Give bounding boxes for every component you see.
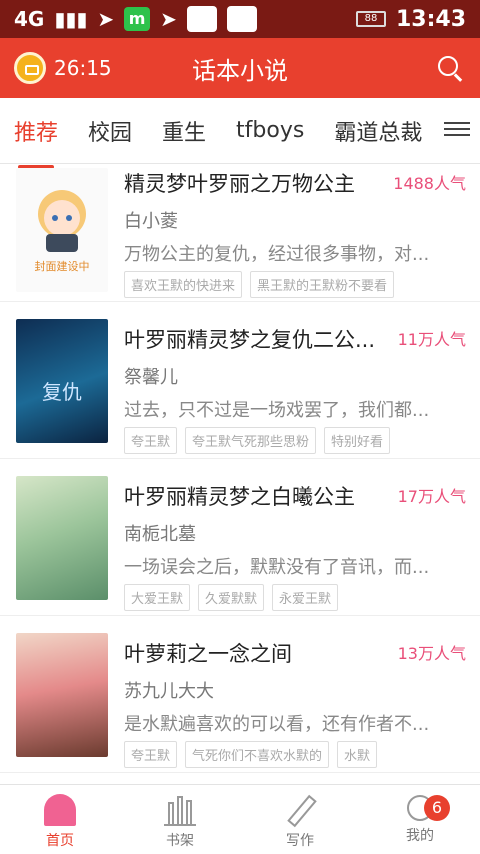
tab-domineering-ceo[interactable]: 霸道总裁 [334, 115, 422, 147]
tab-tfboys[interactable]: tfboys [236, 118, 304, 143]
author: 苏九儿大大 [124, 681, 214, 702]
tab-rebirth[interactable]: 重生 [162, 115, 206, 147]
app-bar: 26:15 话本小说 [0, 38, 480, 98]
author: 白小菱 [124, 211, 178, 232]
tag-row: 夸王默 气死你们不喜欢水默的 水默 [124, 741, 466, 768]
list-item[interactable]: 复仇 叶罗丽精灵梦之复仇二公... 11万人气 祭馨儿 过去，只不过是一场戏罢了… [0, 302, 480, 459]
tag[interactable]: 夸王默 [124, 427, 178, 454]
nav-shelf-label: 书架 [166, 833, 194, 849]
paper-plane-icon-2: ➤ [160, 7, 177, 31]
nav-write-label: 写作 [286, 833, 314, 849]
book-info: 叶萝莉之一念之间 13万人气 苏九儿大大 是水默遍喜欢的可以看，还有作者不...… [124, 638, 466, 768]
tag-row: 喜欢王默的快进来 黑王默的王默粉不要看 [124, 271, 466, 298]
author: 南栀北墓 [124, 524, 196, 545]
description: 万物公主的复仇，经过很多事物，对... [124, 244, 430, 265]
menu-icon[interactable] [444, 118, 470, 142]
book-info: 叶罗丽精灵梦之复仇二公... 11万人气 祭馨儿 过去，只不过是一场戏罢了，我们… [124, 324, 466, 454]
nav-home-label: 首页 [46, 833, 74, 849]
app-notification-icon: m [124, 7, 151, 31]
pen-icon [284, 794, 316, 826]
home-icon [44, 794, 76, 826]
popularity: 11万人气 [397, 330, 466, 349]
timer-text: 26:15 [54, 56, 112, 80]
nav-me[interactable]: 我的 6 [360, 785, 480, 854]
tag[interactable]: 永爱王默 [272, 584, 339, 611]
nav-home[interactable]: 首页 [0, 785, 120, 854]
bottom-nav: 首页 书架 写作 我的 6 [0, 784, 480, 854]
popularity: 17万人气 [397, 487, 466, 506]
notification-square-icon-2 [226, 6, 257, 32]
notification-square-icon [186, 6, 217, 32]
status-left: 4G ▮▮▮ ➤ m ➤ [14, 6, 257, 32]
tag[interactable]: 气死你们不喜欢水默的 [185, 741, 330, 768]
search-icon[interactable] [436, 54, 464, 82]
description: 一场误会之后，默默没有了音讯，而... [124, 557, 430, 578]
tag[interactable]: 夸王默 [124, 741, 178, 768]
tab-campus[interactable]: 校园 [88, 115, 132, 147]
paper-plane-icon: ➤ [97, 7, 115, 31]
tag[interactable]: 夸王默气死那些思粉 [185, 427, 317, 454]
status-clock: 13:43 [395, 6, 466, 32]
tag[interactable]: 黑王默的王默粉不要看 [250, 271, 395, 298]
category-tabs: 推荐 校园 重生 tfboys 霸道总裁 [0, 98, 480, 169]
cover-placeholder-text: 封面建设中 [35, 259, 90, 273]
book-title[interactable]: 叶罗丽精灵梦之白曦公主 [124, 481, 386, 511]
tag-row: 夸王默 夸王默气死那些思粉 特别好看 [124, 427, 466, 454]
tag[interactable]: 久爱默默 [198, 584, 265, 611]
nav-me-label: 我的 [406, 828, 434, 844]
book-title[interactable]: 叶萝莉之一念之间 [124, 638, 386, 668]
list-item[interactable]: 叶罗丽精灵梦之白曦公主 17万人气 南栀北墓 一场误会之后，默默没有了音讯，而.… [0, 459, 480, 616]
book-cover: 封面建设中 [16, 168, 108, 292]
signal-icon: ▮▮▮ [54, 7, 88, 31]
tag[interactable]: 特别好看 [324, 427, 391, 454]
description: 是水默遍喜欢的可以看，还有作者不... [124, 714, 430, 735]
nav-shelf[interactable]: 书架 [120, 785, 240, 854]
author: 祭馨儿 [124, 367, 178, 388]
book-cover [16, 633, 108, 757]
popularity: 1488人气 [393, 174, 466, 193]
list-item[interactable]: 叶萝莉之一念之间 13万人气 苏九儿大大 是水默遍喜欢的可以看，还有作者不...… [0, 616, 480, 773]
book-info: 精灵梦叶罗丽之万物公主 1488人气 白小菱 万物公主的复仇，经过很多事物，对.… [124, 168, 466, 298]
book-info: 叶罗丽精灵梦之白曦公主 17万人气 南栀北墓 一场误会之后，默默没有了音讯，而.… [124, 481, 466, 611]
book-title[interactable]: 精灵梦叶罗丽之万物公主 [124, 168, 386, 198]
description: 过去，只不过是一场戏罢了，我们都... [124, 400, 430, 421]
chibi-avatar-icon: 封面建设中 [35, 190, 90, 273]
cover-title-text: 复仇 [42, 380, 82, 404]
tag[interactable]: 喜欢王默的快进来 [124, 271, 243, 298]
reading-timer[interactable]: 26:15 [14, 52, 112, 84]
book-title[interactable]: 叶罗丽精灵梦之复仇二公... [124, 324, 386, 354]
tab-recommend[interactable]: 推荐 [14, 115, 58, 169]
nav-write[interactable]: 写作 [240, 785, 360, 854]
book-cover: 复仇 [16, 319, 108, 443]
coin-icon [14, 52, 46, 84]
network-indicator: 4G [14, 7, 45, 31]
book-list: 封面建设中 精灵梦叶罗丽之万物公主 1488人气 白小菱 万物公主的复仇，经过很… [0, 164, 480, 784]
status-right: 88 13:43 [355, 6, 466, 32]
popularity: 13万人气 [397, 644, 466, 663]
status-bar: 4G ▮▮▮ ➤ m ➤ 88 13:43 [0, 0, 480, 38]
bookshelf-icon [164, 794, 196, 826]
notification-badge: 6 [424, 795, 450, 821]
tag-row: 大爱王默 久爱默默 永爱王默 [124, 584, 466, 611]
book-cover [16, 476, 108, 600]
tag[interactable]: 大爱王默 [124, 584, 191, 611]
list-item[interactable]: 封面建设中 精灵梦叶罗丽之万物公主 1488人气 白小菱 万物公主的复仇，经过很… [0, 164, 480, 302]
battery-icon: 88 [355, 11, 386, 27]
tag[interactable]: 水默 [337, 741, 378, 768]
